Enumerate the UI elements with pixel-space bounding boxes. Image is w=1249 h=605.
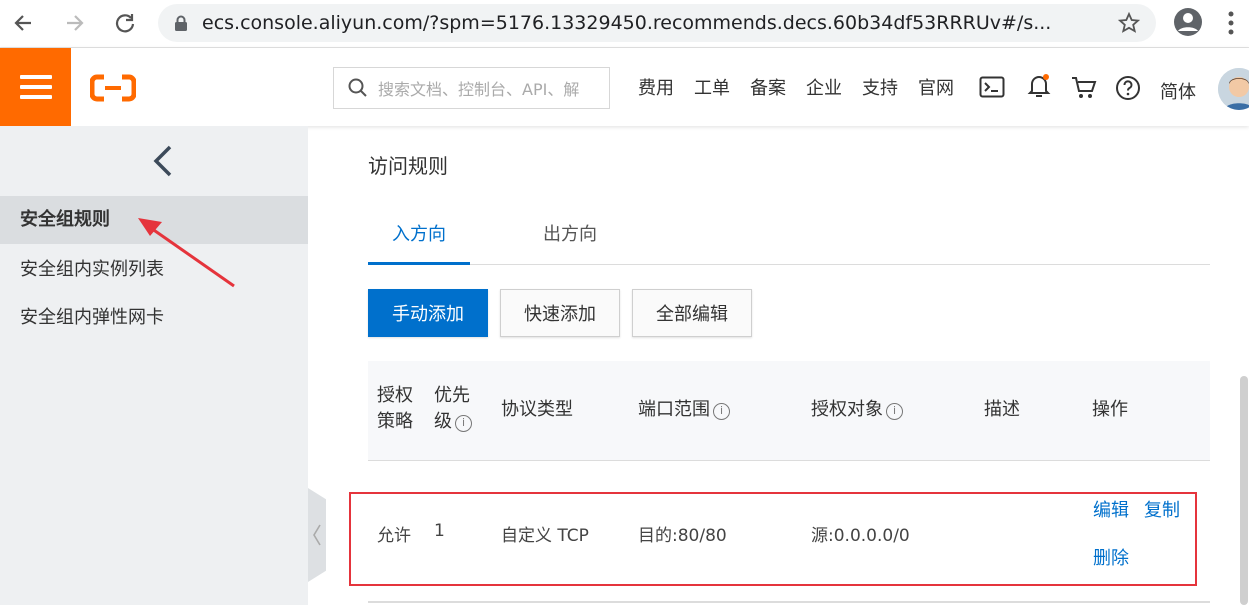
- quick-add-button[interactable]: 快速添加: [500, 289, 620, 337]
- sidebar-item-label: 安全组规则: [20, 209, 110, 230]
- highlight-box-annotation: [349, 492, 1197, 586]
- bookmark-star-icon[interactable]: [1118, 12, 1140, 34]
- search-placeholder: 搜索文档、控制台、API、解: [378, 80, 580, 99]
- column-header-auth-object: 授权对象 i: [811, 397, 903, 423]
- column-header-priority: 优先 级i: [434, 385, 472, 432]
- sidebar-item-label: 安全组内弹性网卡: [20, 307, 164, 328]
- tab-outbound[interactable]: 出方向: [520, 213, 620, 265]
- console-header: 搜索文档、控制台、API、解 费用 工单 备案 企业 支持 官网 简体: [0, 48, 1249, 126]
- terminal-icon[interactable]: [979, 76, 1005, 98]
- info-icon[interactable]: i: [886, 402, 903, 420]
- edit-link[interactable]: 编辑: [1093, 496, 1129, 522]
- nav-item-enterprise[interactable]: 企业: [806, 74, 842, 100]
- column-header-protocol: 协议类型: [501, 399, 573, 420]
- chevron-left-icon: [313, 524, 321, 546]
- sidebar-item-eni[interactable]: 安全组内弹性网卡: [0, 294, 308, 342]
- language-switch[interactable]: 简体: [1160, 78, 1196, 104]
- sidebar-drag-handle[interactable]: [308, 488, 326, 582]
- column-header-description: 描述: [984, 399, 1020, 420]
- help-icon[interactable]: [1115, 75, 1141, 101]
- search-icon: [348, 78, 367, 97]
- more-menu-icon[interactable]: [1226, 8, 1236, 42]
- aliyun-logo[interactable]: [89, 74, 137, 106]
- table-header: 授权 策略 优先 级i 协议类型 端口范围 i 授权对象 i 描述 操作: [368, 361, 1210, 461]
- url-text: ecs.console.aliyun.com/?spm=5176.1332945…: [202, 12, 1052, 34]
- back-icon[interactable]: [8, 8, 38, 38]
- avatar[interactable]: [1218, 68, 1249, 110]
- column-header-policy: 授权 策略: [377, 385, 413, 432]
- profile-icon[interactable]: [1172, 6, 1204, 42]
- column-header-actions: 操作: [1092, 399, 1128, 420]
- nav-item-tickets[interactable]: 工单: [694, 74, 730, 100]
- red-arrow-annotation: [138, 218, 235, 288]
- nav-item-website[interactable]: 官网: [918, 74, 954, 100]
- info-icon[interactable]: i: [455, 414, 472, 432]
- delete-link[interactable]: 删除: [1093, 544, 1129, 570]
- nav-item-support[interactable]: 支持: [862, 74, 898, 100]
- top-nav: 费用 工单 备案 企业 支持 官网: [628, 74, 964, 100]
- address-bar[interactable]: ecs.console.aliyun.com/?spm=5176.1332945…: [158, 4, 1156, 42]
- direction-tabs: 入方向 出方向: [368, 213, 1210, 265]
- browser-toolbar: ecs.console.aliyun.com/?spm=5176.1332945…: [0, 0, 1249, 48]
- hamburger-menu-icon[interactable]: [0, 48, 71, 126]
- bell-icon[interactable]: [1027, 72, 1051, 100]
- page-title: 访问规则: [368, 154, 448, 178]
- manual-add-button[interactable]: 手动添加: [368, 289, 488, 337]
- cell-port-range: 目的:80/80: [638, 526, 727, 546]
- cell-priority: 1: [434, 521, 445, 541]
- forward-icon[interactable]: [60, 8, 90, 38]
- sidebar: 安全组规则 安全组内实例列表 安全组内弹性网卡: [0, 126, 308, 605]
- search-input[interactable]: 搜索文档、控制台、API、解: [333, 67, 610, 109]
- copy-link[interactable]: 复制: [1144, 496, 1180, 522]
- nav-item-billing[interactable]: 费用: [638, 74, 674, 100]
- info-icon[interactable]: i: [713, 402, 730, 420]
- cell-protocol: 自定义 TCP: [501, 526, 589, 546]
- column-header-port-range: 端口范围 i: [638, 397, 730, 423]
- scrollbar[interactable]: [1240, 376, 1248, 605]
- lock-icon: [175, 15, 187, 31]
- tab-inbound[interactable]: 入方向: [368, 213, 470, 265]
- collapse-sidebar-chevron-icon[interactable]: [150, 144, 176, 178]
- nav-item-icp[interactable]: 备案: [750, 74, 786, 100]
- edit-all-button[interactable]: 全部编辑: [632, 289, 752, 337]
- cell-policy: 允许: [377, 526, 411, 546]
- cell-auth-object: 源:0.0.0.0/0: [811, 526, 910, 546]
- table-divider: [368, 601, 1210, 603]
- reload-icon[interactable]: [110, 8, 140, 38]
- cart-icon[interactable]: [1071, 76, 1097, 100]
